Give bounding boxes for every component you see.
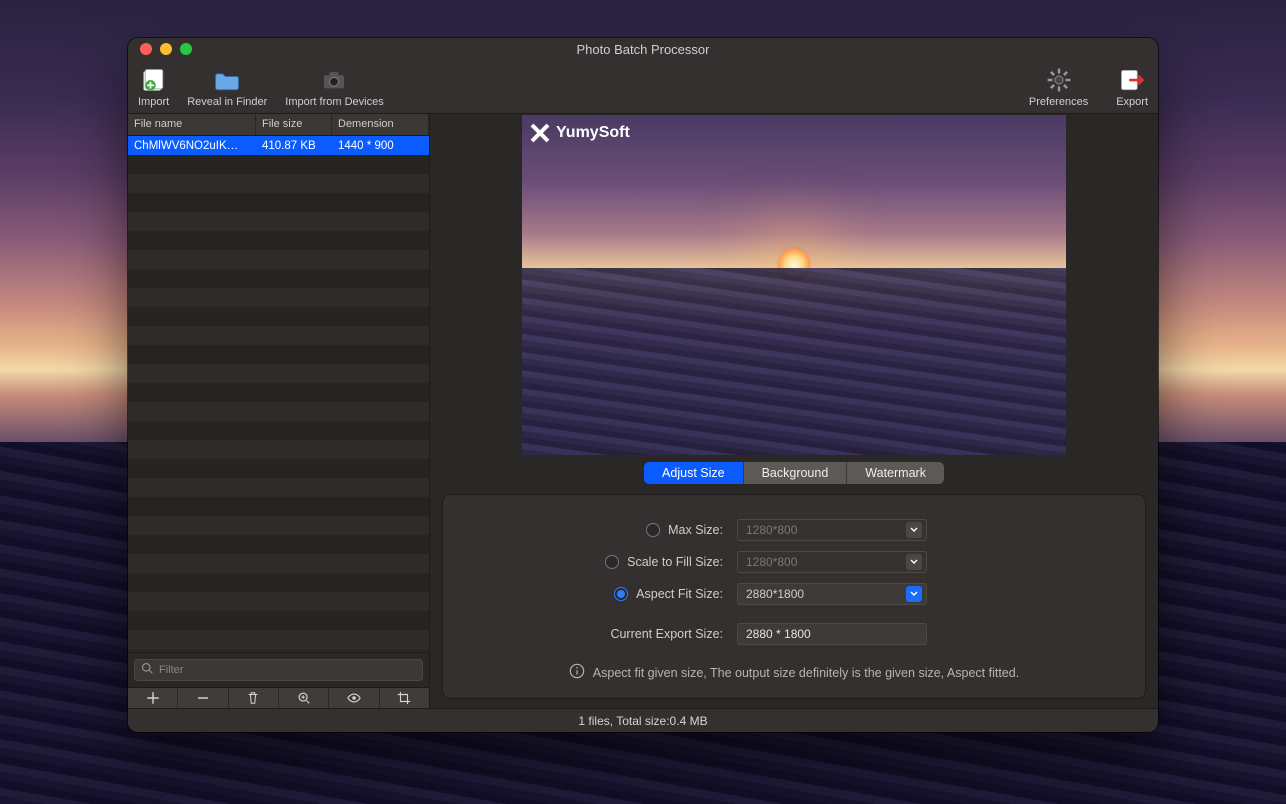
toolbar: Import Reveal in Finder Import from Devi… <box>128 60 1158 114</box>
gear-icon <box>1044 66 1074 94</box>
table-row[interactable] <box>128 592 429 611</box>
tab-adjust-size[interactable]: Adjust Size <box>644 462 744 484</box>
label-scale-fill: Scale to Fill Size: <box>627 555 723 569</box>
import-button[interactable]: Import <box>138 66 169 108</box>
current-export-size-field[interactable] <box>737 623 927 645</box>
table-row[interactable] <box>128 497 429 516</box>
table-row[interactable] <box>128 554 429 573</box>
table-row[interactable] <box>128 345 429 364</box>
chevron-down-icon <box>906 586 922 602</box>
radio-max-size[interactable] <box>646 523 660 537</box>
label-current-export: Current Export Size: <box>610 627 723 641</box>
chevron-down-icon <box>906 554 922 570</box>
combo-scale-fill[interactable]: 1280*800 <box>737 551 927 573</box>
toolbar-label: Preferences <box>1029 96 1088 108</box>
table-row[interactable] <box>128 402 429 421</box>
import-icon <box>139 66 169 94</box>
trash-button[interactable] <box>229 688 279 708</box>
combo-value: 2880*1800 <box>746 587 804 601</box>
col-header-size[interactable]: File size <box>256 114 332 135</box>
status-text: 1 files, Total size:0.4 MB <box>578 714 707 728</box>
app-window: Photo Batch Processor Import Reveal in F… <box>128 38 1158 732</box>
col-header-dim[interactable]: Demension <box>332 114 429 135</box>
folder-icon <box>212 66 242 94</box>
col-header-name[interactable]: File name <box>128 114 256 135</box>
tab-watermark[interactable]: Watermark <box>847 462 944 484</box>
table-row[interactable] <box>128 535 429 554</box>
filter-field[interactable] <box>134 659 423 681</box>
table-row[interactable] <box>128 478 429 497</box>
hint-text: Aspect fit given size, The output size d… <box>593 666 1019 680</box>
status-bar: 1 files, Total size:0.4 MB <box>128 708 1158 732</box>
table-row[interactable] <box>128 174 429 193</box>
table-row[interactable] <box>128 193 429 212</box>
table-row[interactable] <box>128 288 429 307</box>
combo-value: 1280*800 <box>746 523 797 537</box>
table-row[interactable] <box>128 611 429 630</box>
table-row[interactable] <box>128 421 429 440</box>
crop-button[interactable] <box>380 688 429 708</box>
add-button[interactable] <box>128 688 178 708</box>
watermark-logo: YumySoft <box>530 123 630 143</box>
table-row[interactable] <box>128 364 429 383</box>
label-aspect-fit: Aspect Fit Size: <box>636 587 723 601</box>
table-row[interactable]: ChMlWV6NO2uIK…410.87 KB1440 * 900 <box>128 136 429 155</box>
table-header: File name File size Demension <box>128 114 429 136</box>
titlebar: Photo Batch Processor <box>128 38 1158 60</box>
watermark-text: YumySoft <box>556 124 630 142</box>
mode-tabs: Adjust Size Background Watermark <box>644 462 944 484</box>
table-row[interactable] <box>128 212 429 231</box>
table-row[interactable] <box>128 250 429 269</box>
table-row[interactable] <box>128 231 429 250</box>
combo-max-size[interactable]: 1280*800 <box>737 519 927 541</box>
reveal-in-finder-button[interactable]: Reveal in Finder <box>187 66 267 108</box>
table-row[interactable] <box>128 440 429 459</box>
camera-icon <box>319 66 349 94</box>
chevron-down-icon <box>906 522 922 538</box>
import-from-devices-button[interactable]: Import from Devices <box>285 66 383 108</box>
combo-value: 1280*800 <box>746 555 797 569</box>
toolbar-label: Reveal in Finder <box>187 96 267 108</box>
label-max-size: Max Size: <box>668 523 723 537</box>
table-row[interactable] <box>128 307 429 326</box>
table-row[interactable] <box>128 459 429 478</box>
options-panel: Max Size: 1280*800 Scale to Fill Size: 1… <box>442 494 1146 699</box>
combo-aspect-fit[interactable]: 2880*1800 <box>737 583 927 605</box>
zoom-button[interactable] <box>279 688 329 708</box>
hint-row: Aspect fit given size, The output size d… <box>463 663 1125 682</box>
toolbar-label: Import <box>138 96 169 108</box>
search-icon <box>141 661 153 679</box>
file-list-pane: File name File size Demension ChMlWV6NO2… <box>128 114 430 708</box>
filter-input[interactable] <box>159 664 416 676</box>
table-row[interactable] <box>128 573 429 592</box>
table-row[interactable] <box>128 155 429 174</box>
table-row[interactable] <box>128 269 429 288</box>
table-row[interactable] <box>128 630 429 649</box>
export-icon <box>1117 66 1147 94</box>
toolbar-label: Export <box>1116 96 1148 108</box>
table-row[interactable] <box>128 383 429 402</box>
table-row[interactable] <box>128 326 429 345</box>
preview-image[interactable]: YumySoft <box>522 115 1066 455</box>
table-row[interactable] <box>128 516 429 535</box>
window-title: Photo Batch Processor <box>128 42 1158 57</box>
remove-button[interactable] <box>178 688 228 708</box>
quicklook-button[interactable] <box>329 688 379 708</box>
tab-background[interactable]: Background <box>744 462 848 484</box>
radio-scale-fill[interactable] <box>605 555 619 569</box>
table-body[interactable]: ChMlWV6NO2uIK…410.87 KB1440 * 900 <box>128 136 429 652</box>
list-toolbar <box>128 687 429 708</box>
info-icon <box>569 663 585 682</box>
preferences-button[interactable]: Preferences <box>1029 66 1088 108</box>
radio-aspect-fit[interactable] <box>614 587 628 601</box>
export-button[interactable]: Export <box>1116 66 1148 108</box>
preview-area: YumySoft <box>430 114 1158 456</box>
toolbar-label: Import from Devices <box>285 96 383 108</box>
